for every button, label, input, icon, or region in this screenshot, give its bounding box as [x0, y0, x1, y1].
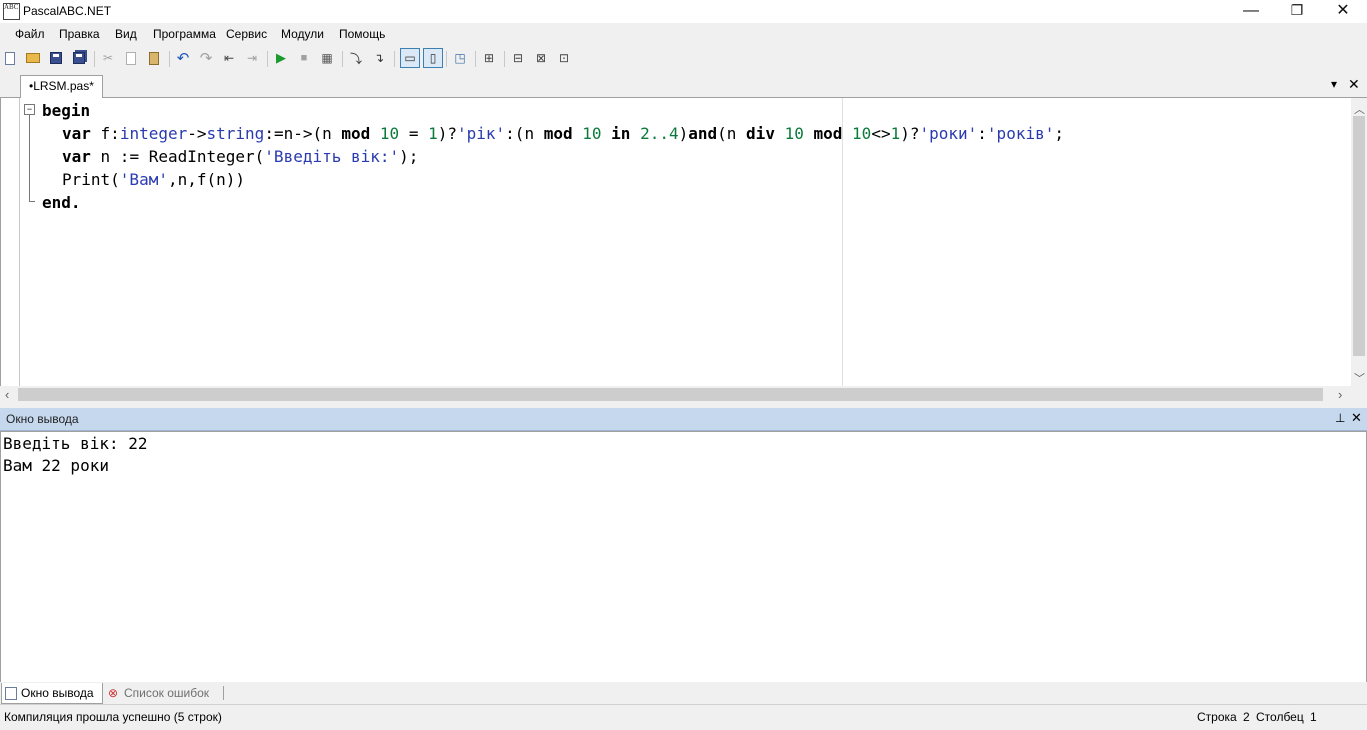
error-list-icon: ⊗	[108, 686, 119, 700]
column-label: Столбец	[1256, 710, 1304, 724]
code-line-1: begin	[42, 101, 91, 120]
window-title: PascalABC.NET	[23, 4, 112, 18]
maximize-button[interactable]: ❐	[1274, 0, 1320, 23]
line-label: Строка	[1197, 710, 1237, 724]
module-icon[interactable]: ⊟	[510, 50, 526, 66]
close-tab-icon[interactable]: ✕	[1348, 76, 1360, 93]
menu-edit[interactable]: Правка	[59, 27, 100, 41]
form-icon[interactable]: ⊞	[481, 50, 497, 66]
breakpoint-icon[interactable]: ◳	[452, 50, 468, 66]
stop-icon[interactable]: ■	[296, 50, 312, 66]
toolbar-separator	[446, 51, 447, 67]
line-value: 2	[1243, 710, 1250, 724]
tab-output-window-label: Окно вывода	[21, 686, 94, 700]
scroll-right-icon[interactable]: ›	[1338, 387, 1342, 402]
tab-separator	[223, 686, 224, 700]
code-line-5: end.	[42, 193, 81, 212]
toolbar-separator	[475, 51, 476, 67]
output-line: Введіть вік: 22	[3, 434, 148, 453]
step-over-icon[interactable]: ↴	[371, 50, 387, 66]
menu-program[interactable]: Программа	[153, 27, 216, 41]
output-window-icon	[5, 687, 17, 700]
close-button[interactable]: ✕	[1320, 0, 1366, 23]
column-value: 1	[1310, 710, 1317, 724]
indent-icon[interactable]: ⇤	[221, 50, 237, 66]
redo-icon[interactable]: ↷	[198, 50, 214, 67]
replace-icon[interactable]: ⊡	[556, 50, 572, 66]
fold-guide-end	[29, 201, 35, 202]
menu-service[interactable]: Сервис	[226, 27, 267, 41]
horizontal-scroll-thumb[interactable]	[18, 388, 1323, 401]
menu-help[interactable]: Помощь	[339, 27, 385, 41]
toggle-errors-icon[interactable]: ▯	[423, 48, 443, 68]
debug-icon[interactable]: ▦	[319, 50, 335, 66]
code-line-4: Print('Вам',n,f(n))	[62, 170, 246, 189]
run-icon[interactable]: ▶	[273, 50, 289, 66]
copy-icon[interactable]	[123, 50, 139, 66]
title-bar	[0, 0, 1367, 23]
save-all-icon[interactable]	[71, 50, 87, 66]
toolbar-separator	[267, 51, 268, 67]
open-folder-icon[interactable]	[25, 50, 41, 66]
scroll-down-icon[interactable]: ﹀	[1354, 370, 1365, 386]
tab-error-list[interactable]: Список ошибок	[124, 686, 209, 700]
toolbar-separator	[394, 51, 395, 67]
tab-strip	[0, 73, 1367, 98]
app-logo-icon: ABC	[3, 3, 20, 20]
menu-modules[interactable]: Модули	[281, 27, 324, 41]
output-panel-header	[0, 408, 1367, 431]
step-icon[interactable]: ⤵	[348, 50, 364, 66]
output-panel-title: Окно вывода	[6, 412, 79, 426]
code-line-3: var n := ReadInteger('Введіть вік:');	[62, 147, 419, 166]
paste-icon[interactable]	[146, 50, 162, 66]
toolbar-separator	[342, 51, 343, 67]
fold-collapse-icon[interactable]: −	[24, 104, 35, 115]
gutter-divider	[19, 98, 20, 386]
undo-icon[interactable]: ↶	[175, 50, 191, 67]
code-line-2: var f:integer->string:=n->(n mod 10 = 1)…	[62, 124, 1064, 143]
fold-guide	[29, 115, 30, 201]
output-area[interactable]	[0, 431, 1367, 684]
new-file-icon[interactable]	[2, 50, 18, 66]
menu-view[interactable]: Вид	[115, 27, 137, 41]
output-line: Вам 22 роки	[3, 456, 109, 475]
pin-icon[interactable]: ⊥	[1335, 411, 1345, 425]
tab-list-icon[interactable]: ▾	[1331, 77, 1337, 91]
minimize-button[interactable]: —	[1228, 0, 1274, 23]
unindent-icon[interactable]: ⇥	[244, 50, 260, 66]
status-message: Компиляция прошла успешно (5 строк)	[4, 710, 222, 724]
toggle-output-icon[interactable]: ▭	[400, 48, 420, 68]
tab-lrsm[interactable]: •LRSM.pas*	[20, 75, 103, 98]
close-panel-icon[interactable]: ✕	[1351, 410, 1362, 426]
find-icon[interactable]: ⊠	[533, 50, 549, 66]
scroll-up-icon[interactable]: ︿	[1354, 101, 1365, 117]
toolbar-separator	[94, 51, 95, 67]
cut-icon[interactable]: ✂	[100, 50, 116, 66]
save-icon[interactable]	[48, 50, 64, 66]
toolbar-separator	[169, 51, 170, 67]
scroll-left-icon[interactable]: ‹	[5, 387, 9, 402]
toolbar-separator	[504, 51, 505, 67]
vertical-scroll-thumb[interactable]	[1353, 116, 1365, 356]
menu-file[interactable]: Файл	[15, 27, 45, 41]
